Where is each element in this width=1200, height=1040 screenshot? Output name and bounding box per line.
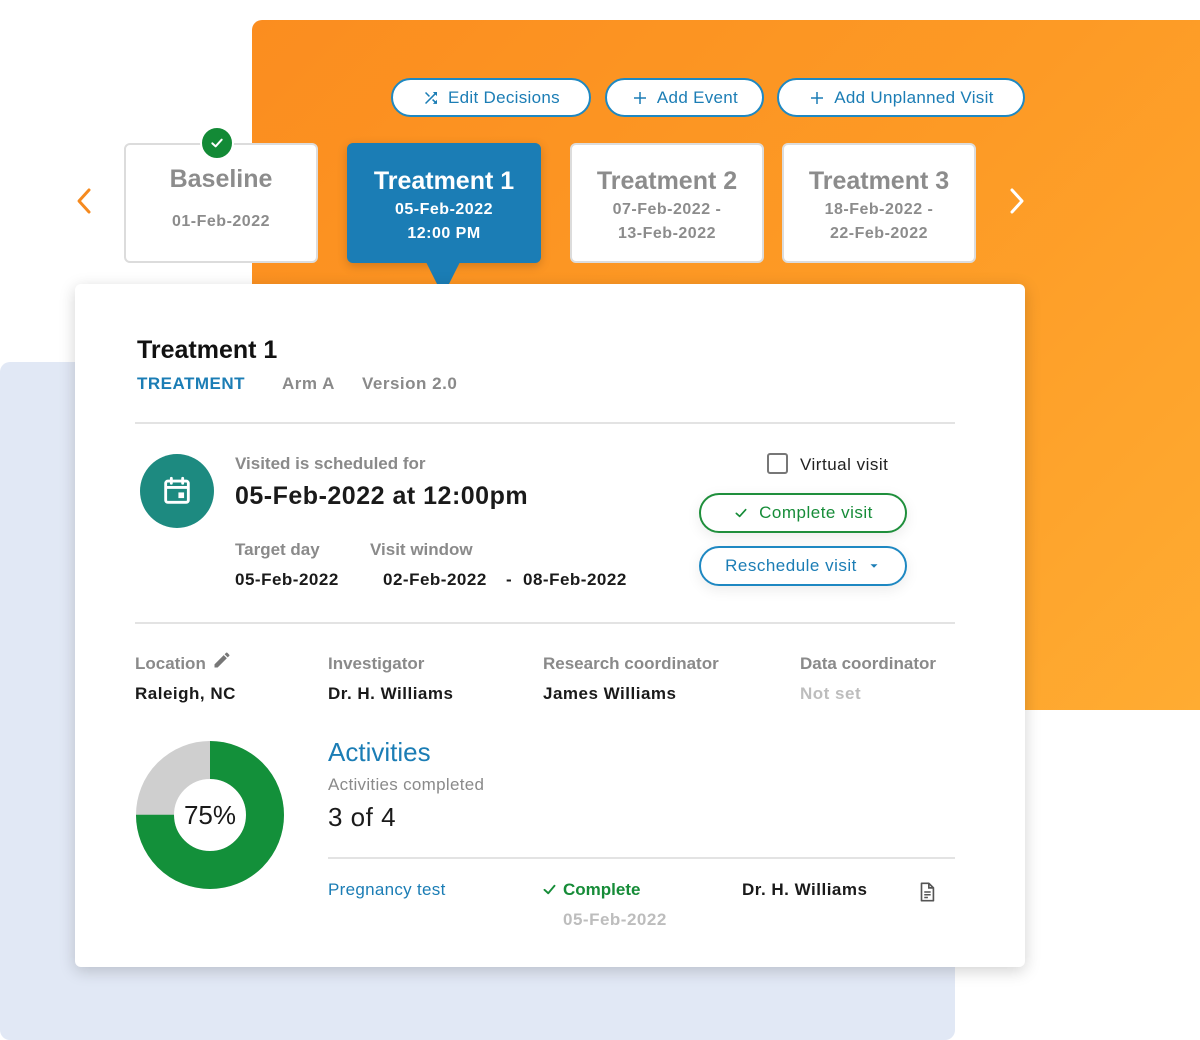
complete-visit-label: Complete visit [759,503,873,522]
visit-window-separator: - [506,570,513,589]
investigator-value: Dr. H. Williams [328,684,454,703]
activities-completed-label: Activities completed [328,775,485,794]
virtual-visit-checkbox[interactable] [767,453,788,474]
data-coordinator-label: Data coordinator [800,654,937,673]
research-coordinator-label: Research coordinator [543,654,719,673]
visit-time: 12:00 PM [407,225,481,242]
visit-title: Treatment 1 [373,167,515,195]
visit-date-end: 22-Feb-2022 [830,225,928,242]
visit-complete-badge [200,126,234,160]
plus-icon [633,91,646,104]
calendar-icon [164,476,190,504]
visit-detail-title: Treatment 1 [137,336,278,364]
calendar-badge [140,454,214,528]
activities-completed-count: 3 of 4 [328,802,397,832]
visit-card-treatment-3[interactable]: Treatment 3 18-Feb-2022 - 22-Feb-2022 [782,143,976,263]
activity-status: Complete [563,880,641,899]
location-label: Location [135,654,206,673]
investigator-label: Investigator [328,654,425,673]
visit-date-start: 07-Feb-2022 - [612,201,722,218]
reschedule-visit-button[interactable]: Reschedule visit [699,546,907,586]
target-day-label: Target day [235,540,320,559]
activity-performed-by: Dr. H. Williams [742,880,868,899]
document-icon[interactable] [916,880,938,904]
virtual-visit-label: Virtual visit [800,455,889,474]
visit-version: Version 2.0 [362,374,458,393]
visit-date: 01-Feb-2022 [172,213,270,230]
visit-window-end: 08-Feb-2022 [523,570,627,589]
scheduled-label: Visited is scheduled for [235,454,426,473]
divider [328,857,955,859]
activities-progress-donut: 75% [136,741,284,889]
add-event-button[interactable]: Add Event [605,78,764,117]
visit-card-treatment-1[interactable]: Treatment 1 05-Feb-2022 12:00 PM [347,143,541,263]
check-icon [211,138,223,148]
donut-percent-label: 75% [184,800,236,830]
visit-title: Baseline [169,165,273,193]
activities-title[interactable]: Activities [328,737,431,768]
add-event-label: Add Event [656,87,739,107]
data-coordinator-value: Not set [800,684,862,703]
visit-window-label: Visit window [370,540,473,559]
activity-date: 05-Feb-2022 [563,910,667,926]
visit-card-baseline[interactable]: Baseline 01-Feb-2022 [124,143,318,263]
check-icon [543,884,556,895]
visit-title: Treatment 2 [596,167,738,195]
edit-decisions-button[interactable]: Edit Decisions [391,78,591,117]
pencil-icon[interactable] [212,650,232,670]
visit-title: Treatment 3 [808,167,950,195]
reschedule-visit-label: Reschedule visit [725,556,857,575]
visit-date: 05-Feb-2022 [395,201,493,218]
check-icon [735,508,747,518]
visit-date-start: 18-Feb-2022 - [824,201,934,218]
divider [135,422,955,424]
visit-card-treatment-2[interactable]: Treatment 2 07-Feb-2022 - 13-Feb-2022 [570,143,764,263]
visit-type: TREATMENT [137,374,246,393]
research-coordinator-value: James Williams [543,684,677,703]
target-day-value: 05-Feb-2022 [235,570,339,589]
visit-arm: Arm A [282,374,335,393]
complete-visit-button[interactable]: Complete visit [699,493,907,533]
add-unplanned-visit-label: Add Unplanned Visit [834,87,994,107]
visit-detail-card: Treatment 1 TREATMENT Arm A Version 2.0 … [75,284,1025,967]
chevron-left-icon[interactable] [72,186,96,216]
add-unplanned-visit-button[interactable]: Add Unplanned Visit [777,78,1025,117]
shuffle-icon [425,91,438,104]
activity-name-link[interactable]: Pregnancy test [328,880,446,900]
visit-date-end: 13-Feb-2022 [618,225,716,242]
plus-icon [811,91,824,104]
divider [135,622,955,624]
caret-down-icon [870,564,878,568]
location-value: Raleigh, NC [135,684,236,703]
edit-decisions-label: Edit Decisions [448,87,560,107]
scheduled-value: 05-Feb-2022 at 12:00pm [235,482,529,510]
visit-window-start: 02-Feb-2022 [383,570,487,589]
chevron-right-icon[interactable] [1005,186,1029,216]
